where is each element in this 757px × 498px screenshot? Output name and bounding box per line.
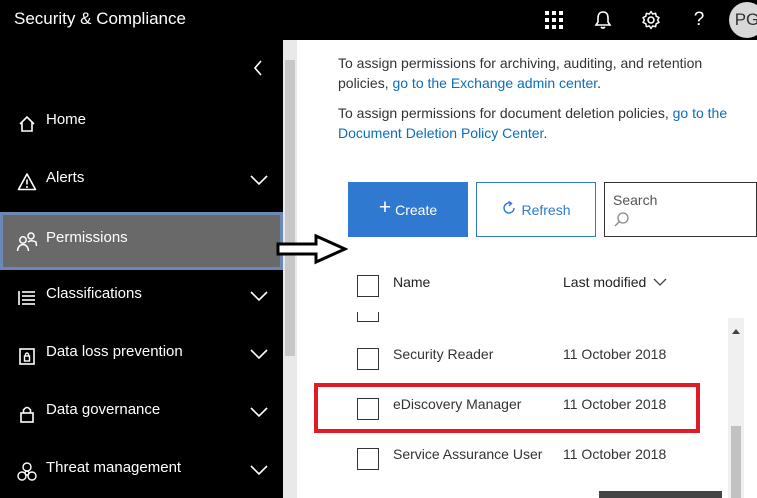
chevron-down-icon[interactable]	[249, 463, 269, 479]
people-icon	[16, 231, 38, 253]
create-button[interactable]: + Create	[348, 182, 468, 237]
highlight-box	[314, 383, 700, 433]
sidebar-item-data-loss-prevention[interactable]: Data loss prevention	[0, 326, 283, 384]
cell-name: Service Assurance User	[393, 446, 543, 462]
info-text: To assign permissions for document delet…	[338, 105, 673, 121]
sidebar-item-threat-management[interactable]: Threat management	[0, 442, 283, 498]
chevron-down-icon[interactable]	[653, 274, 669, 286]
exchange-admin-link[interactable]: go to the Exchange admin center	[392, 75, 597, 91]
cell-last-modified: 11 October 2018	[563, 446, 667, 462]
chevron-down-icon[interactable]	[249, 289, 269, 305]
info-suffix: .	[597, 75, 602, 91]
warning-icon	[16, 171, 38, 193]
row-checkbox[interactable]	[357, 348, 379, 370]
sidebar-item-home[interactable]: Home	[0, 94, 283, 152]
chevron-down-icon[interactable]	[249, 173, 269, 189]
sidebar-item-data-governance[interactable]: Data governance	[0, 384, 283, 442]
chevron-down-icon[interactable]	[249, 347, 269, 363]
table-row[interactable]: Security Reader 11 October 2018	[297, 332, 727, 382]
sidebar-item-label: Permissions	[46, 229, 128, 246]
sidebar: Home Alerts Permissions Classifications	[0, 40, 283, 498]
home-icon	[16, 113, 38, 135]
info-suffix: .	[543, 125, 548, 141]
search-input[interactable]	[605, 183, 756, 211]
select-all-checkbox[interactable]	[357, 275, 379, 297]
chevron-down-icon[interactable]	[249, 405, 269, 421]
bell-icon[interactable]	[591, 8, 615, 32]
top-bar: Security & Compliance ? PG	[0, 0, 757, 40]
sidebar-item-label: Data governance	[46, 401, 161, 418]
info-document-deletion: To assign permissions for document delet…	[338, 103, 748, 143]
search-box[interactable]	[604, 182, 757, 237]
table-header: Name Last modified	[297, 262, 757, 312]
scroll-up-icon[interactable]	[731, 322, 741, 334]
cell-last-modified: 11 October 2018	[563, 346, 667, 362]
refresh-button[interactable]: Refresh	[476, 182, 596, 237]
scrollbar-thumb[interactable]	[731, 426, 741, 498]
plus-icon: +	[378, 196, 392, 219]
gear-icon[interactable]	[639, 8, 663, 32]
shield-lock-icon	[16, 345, 38, 367]
app-launcher-icon[interactable]	[542, 8, 566, 32]
refresh-label: Refresh	[521, 201, 571, 218]
sidebar-item-label: Threat management	[46, 459, 182, 476]
table-row[interactable]: Service Assurance User 11 October 2018	[297, 432, 727, 482]
help-label: ?	[693, 9, 705, 30]
bottom-panel-edge	[599, 491, 722, 498]
create-label: Create	[395, 201, 438, 218]
sidebar-scrollbar[interactable]	[283, 40, 297, 498]
chevron-left-icon[interactable]	[248, 56, 268, 80]
sidebar-item-label: Home	[46, 111, 87, 128]
sidebar-item-label: Data loss prevention	[46, 343, 183, 360]
sidebar-item-label: Classifications	[46, 285, 142, 302]
biohazard-icon	[16, 461, 38, 483]
column-header-last-modified[interactable]: Last modified	[563, 274, 646, 290]
help-icon[interactable]: ?	[687, 8, 711, 32]
annotation-arrow	[276, 233, 348, 265]
app-title[interactable]: Security & Compliance	[14, 9, 186, 29]
scrollbar-thumb[interactable]	[285, 60, 295, 356]
sidebar-item-label: Alerts	[46, 169, 85, 186]
row-checkbox[interactable]	[357, 312, 379, 322]
sidebar-item-alerts[interactable]: Alerts	[0, 152, 283, 210]
info-archiving: To assign permissions for archiving, aud…	[338, 53, 748, 93]
cell-name: Security Reader	[393, 346, 494, 362]
avatar[interactable]: PG	[729, 2, 757, 38]
app-window: Security & Compliance ? PG Home Alerts P…	[0, 0, 757, 498]
refresh-icon	[501, 200, 517, 219]
column-header-name[interactable]: Name	[393, 274, 430, 290]
lock-icon	[16, 403, 38, 425]
sidebar-item-permissions[interactable]: Permissions	[0, 212, 283, 270]
list-icon	[16, 287, 38, 309]
search-icon[interactable]	[613, 211, 631, 229]
sidebar-item-classifications[interactable]: Classifications	[0, 268, 283, 326]
row-checkbox[interactable]	[357, 448, 379, 470]
list-scrollbar[interactable]	[728, 318, 744, 498]
